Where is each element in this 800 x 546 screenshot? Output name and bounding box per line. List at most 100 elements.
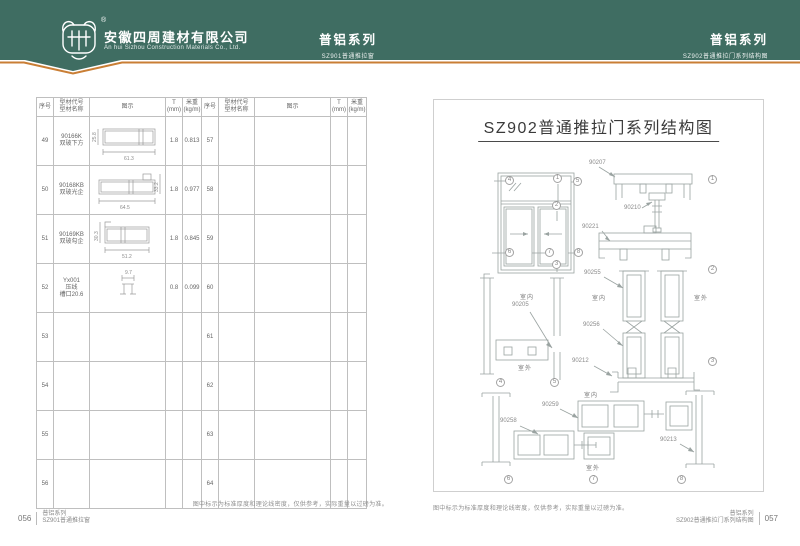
profile-label-90205: 90205 [512,302,529,308]
thickness-value [331,166,348,215]
room-label-outdoor: 室外 [518,363,532,372]
dimension-label: 30.3 [94,231,100,241]
col-header-code: 型材代号 [54,100,89,107]
col-header-weight-label: 米重 [183,100,201,107]
row-no: 63 [202,411,219,460]
col-header-weight: 米重 (kg/m) [183,98,202,117]
profile-diagram [255,117,331,166]
profile-section-drawing: 9.7 [91,266,165,310]
dimension-label: 9.7 [125,270,132,276]
row-no: 53 [37,313,54,362]
profile-code-name [219,166,255,215]
callout-1: 1 [553,174,562,183]
row-no: 58 [202,166,219,215]
col-header-weight: 米重 (kg/m) [348,98,367,117]
profile-code-name: 90168KB 双玻光企 [54,166,90,215]
profile-label-90255: 90255 [584,270,601,276]
page-number-right: 057 [765,514,778,523]
meter-weight-value [348,166,367,215]
row-no: 55 [37,411,54,460]
col-header-t: T (mm) [331,98,348,117]
profile-label-90210: 90210 [624,205,641,211]
thickness-value [331,215,348,264]
registered-mark: ® [101,17,106,24]
callout-1: 1 [708,175,717,184]
callout-4: 4 [496,378,505,387]
col-header-t: T (mm) [166,98,183,117]
profile-code-name [219,117,255,166]
meter-weight-value: 0.813 [183,117,202,166]
page-number-left: 056 [18,514,31,523]
dimension-label: 51.2 [122,254,132,260]
profile-code: Yx001 [54,278,89,285]
thickness-value: 1.8 [166,117,183,166]
table-row: 53 61 [37,313,367,362]
callout-8: 8 [574,248,583,257]
col-header-code-name: 型材代号 型材名称 [219,98,255,117]
profile-code-name: 90169KB 双玻勾企 [54,215,90,264]
row-no: 49 [37,117,54,166]
col-header-diagram: 图示 [255,98,331,117]
profile-code-name: 90166K 双玻下方 [54,117,90,166]
footer-series-left: 普铝系列 [42,511,90,518]
profile-code: 90169KB [54,232,89,239]
col-header-weight-label: 米重 [348,100,366,107]
dimension-label: 25.8 [92,132,98,142]
col-header-t-label: T [331,100,347,107]
profile-name: 双玻勾企 [54,239,89,246]
footer-left-block: 056 普铝系列 SZ901普通推拉窗 [18,511,90,525]
profile-diagram: 9.7 [90,264,166,313]
table-row: 51 90169KB 双玻勾企 51.2 30.3 1.8 0.845 5 [37,215,367,264]
row-no: 60 [202,264,219,313]
table-header-row: 序号 型材代号 型材名称 图示 T (mm) 米重 (kg/m) 序号 型材代号… [37,98,367,117]
series-subtitle: SZ901普通推拉窗 [300,51,396,60]
profile-diagram [255,215,331,264]
footer-divider [36,512,37,525]
profile-label-90213: 90213 [660,437,677,443]
callout-8: 8 [677,475,686,484]
callout-6: 6 [505,248,514,257]
callout-7: 7 [589,475,598,484]
thickness-value: 0.8 [166,264,183,313]
col-header-t-unit: (mm) [331,107,347,114]
table-row: 52 Yx001 压线 槽口20.6 9.7 0.8 0.099 60 [37,264,367,313]
row-no: 51 [37,215,54,264]
profile-section-drawing: 61.3 25.8 [91,119,165,163]
footer-right-block: 普铝系列 SZ902普通推拉门系列结构图 057 [676,511,778,525]
profile-diagram: 64.5 33.2 [90,166,166,215]
room-label-indoor: 室内 [584,390,598,399]
structure-sheet: SZ902普通推拉门系列结构图 [433,99,764,492]
profile-section-drawing: 51.2 30.3 [91,217,165,261]
header-center-title: 普铝系列 SZ901普通推拉窗 [300,29,396,60]
catalog-page: ® 安徽四周建材有限公司 An hui Sizhou Construction … [0,0,800,546]
footer-series-right: 普铝系列 [676,511,754,518]
profile-label-90221: 90221 [582,224,599,230]
col-header-name: 型材名称 [219,107,254,114]
profile-extra: 槽口20.6 [54,292,89,299]
profile-section-drawing: 64.5 33.2 [91,168,165,212]
col-header-weight-unit: (kg/m) [348,107,366,114]
profile-code-name: Yx001 压线 槽口20.6 [54,264,90,313]
row-no: 62 [202,362,219,411]
col-header-code: 型材代号 [219,100,254,107]
meter-weight-value: 0.845 [183,215,202,264]
meter-weight-value: 0.977 [183,166,202,215]
dimension-label: 61.3 [124,156,134,162]
series-title: 普铝系列 [683,29,768,48]
room-label-outdoor: 室外 [694,293,708,302]
callout-5: 5 [573,177,582,186]
callout-2: 2 [708,265,717,274]
profile-diagram: 51.2 30.3 [90,215,166,264]
profile-diagram [255,166,331,215]
col-header-weight-unit: (kg/m) [183,107,201,114]
profiles-table: 序号 型材代号 型材名称 图示 T (mm) 米重 (kg/m) 序号 型材代号… [36,97,367,509]
footer-subtitle-left: SZ901普通推拉窗 [42,518,90,525]
profile-code-name [219,215,255,264]
meter-weight-value [348,215,367,264]
row-no: 54 [37,362,54,411]
meter-weight-value [348,117,367,166]
room-label-indoor: 室内 [592,293,606,302]
table-row: 50 90168KB 双玻光企 64.5 33.2 1.8 0.977 5 [37,166,367,215]
footer-note-left: 图中标示为标准厚度和理论线密度，仅供参考，实际重量以过磅为准。 [168,499,388,508]
thickness-value: 1.8 [166,215,183,264]
